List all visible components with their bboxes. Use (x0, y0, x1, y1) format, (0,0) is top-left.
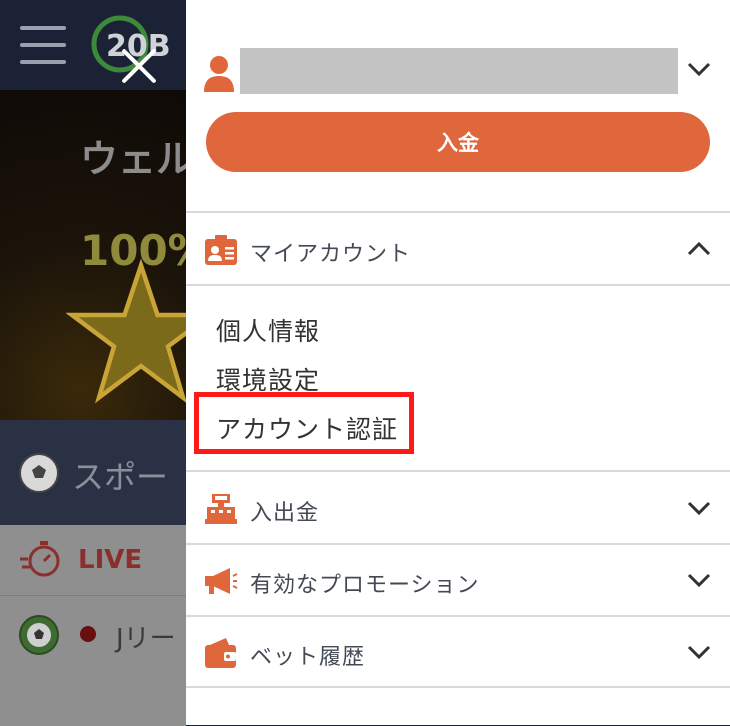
user-row[interactable] (186, 40, 730, 104)
close-menu-button[interactable] (118, 46, 158, 86)
bet-history-label: ベット履歴 (250, 645, 366, 670)
deposit-button[interactable]: 入金 (206, 112, 710, 172)
divider (186, 284, 730, 286)
star-icon (66, 258, 186, 404)
divider (186, 686, 730, 688)
my-account-label: マイアカウント (250, 242, 412, 267)
cash-register-icon (205, 494, 237, 524)
banner-title: ウェル (80, 137, 186, 181)
cashier-section[interactable]: 入出金 (186, 473, 730, 543)
user-icon (204, 56, 234, 92)
cashier-label: 入出金 (250, 501, 320, 526)
chevron-down-icon[interactable] (686, 571, 712, 589)
sports-label: スポー (72, 458, 169, 496)
jleague-label: Jリー (116, 624, 176, 654)
chevron-down-icon[interactable] (686, 643, 712, 661)
megaphone-icon (205, 568, 238, 594)
soccer-ball-icon (19, 615, 59, 655)
bet-history-section[interactable]: ベット履歴 (186, 617, 730, 687)
divider (186, 470, 730, 472)
divider (186, 211, 730, 213)
highlight-box (194, 392, 414, 454)
hamburger-menu-icon[interactable] (20, 26, 66, 64)
promotions-section[interactable]: 有効なプロモーション (186, 545, 730, 615)
username-redacted (240, 48, 678, 94)
my-account-section[interactable]: マイアカウント (186, 214, 730, 284)
jleague-row[interactable]: Jリー (0, 595, 186, 726)
chevron-down-icon[interactable] (686, 499, 712, 517)
background-header: 20B (0, 0, 186, 90)
promotions-label: 有効なプロモーション (250, 573, 480, 598)
chevron-down-icon[interactable] (686, 60, 712, 78)
live-label: LIVE (78, 545, 143, 575)
live-indicator-dot (80, 626, 96, 642)
id-card-icon (205, 235, 237, 265)
personal-info-link[interactable]: 個人情報 (216, 312, 320, 348)
wallet-icon (205, 638, 236, 668)
promo-banner: ウェル 100% (0, 90, 186, 420)
soccer-ball-icon (19, 453, 59, 493)
stopwatch-icon (20, 541, 60, 577)
chevron-up-icon[interactable] (686, 240, 712, 258)
live-nav[interactable]: LIVE (0, 525, 186, 595)
sports-nav[interactable]: スポー (0, 420, 186, 525)
account-drawer: 入金 マイアカウント 個人情報 環境設定 アカウント認証 入出金 有効なプロモー… (186, 0, 730, 725)
